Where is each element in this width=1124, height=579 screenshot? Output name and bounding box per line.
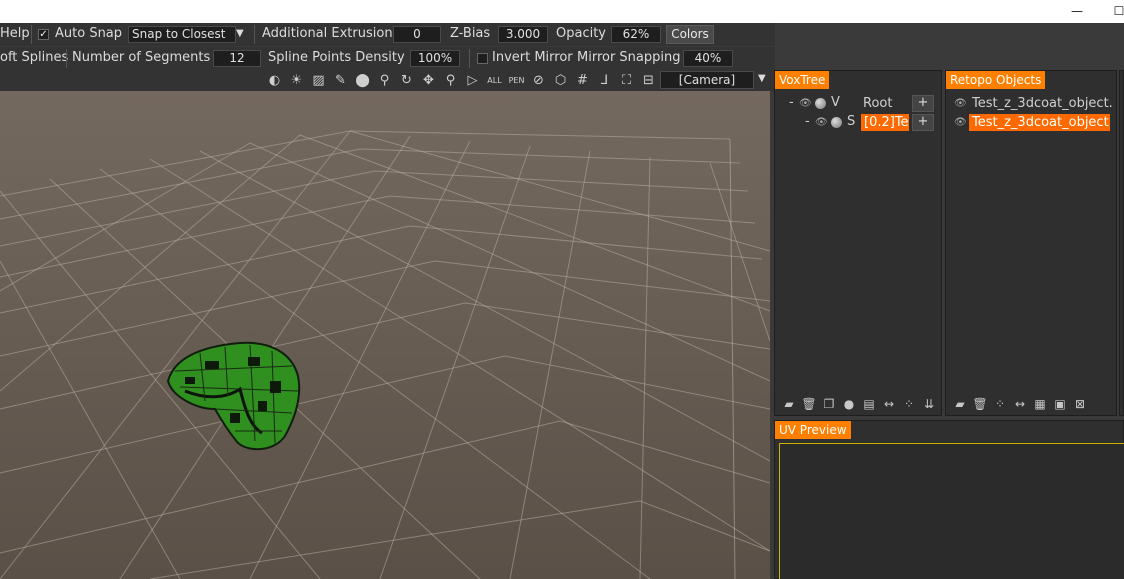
invert-mirror-checkbox[interactable]	[477, 53, 488, 64]
snake-head-model	[166, 341, 301, 451]
auto-snap-checkbox[interactable]: ✓	[38, 29, 49, 40]
import-icon[interactable]: ⇊	[921, 396, 937, 412]
brush-icon[interactable]: ✎	[332, 72, 349, 89]
soft-splines-label: oft Splines	[0, 50, 69, 65]
fit-icon[interactable]: ⛶	[618, 72, 635, 89]
child-collapse-toggle[interactable]: -	[805, 114, 810, 129]
toolbar-row-2: oft Splines Number of Segments 12 Spline…	[0, 47, 775, 70]
root-collapse-toggle[interactable]: -	[789, 95, 794, 110]
sphere-icon[interactable]: ●	[841, 396, 857, 412]
move-icon[interactable]: ✥	[420, 72, 437, 89]
child-name-selected[interactable]: [0.2]Tes	[861, 114, 909, 131]
minimize-button[interactable]: —	[1064, 2, 1090, 20]
image-icon[interactable]: ▨	[310, 72, 327, 89]
eye-icon[interactable]: 👁	[954, 98, 967, 109]
flag-icon[interactable]: ▷	[464, 72, 481, 89]
dots-grid-icon[interactable]: ⁘	[992, 396, 1008, 412]
z-bias-input[interactable]: 3.000	[498, 26, 548, 43]
opacity-input[interactable]: 62%	[611, 26, 661, 43]
forbid-icon[interactable]: ⊘	[530, 72, 547, 89]
camera-select[interactable]: [Camera]	[660, 71, 754, 89]
tab-retopo-objects[interactable]: Retopo Objects	[946, 71, 1046, 89]
half-circle-icon[interactable]: ◐	[266, 72, 283, 89]
separator	[31, 25, 32, 44]
additional-extrusion-input[interactable]: 0	[393, 26, 441, 43]
segments-label: Number of Segments	[72, 50, 211, 65]
uv-preview-panel: UV Preview	[774, 420, 1124, 579]
dots-grid-icon[interactable]: ⁘	[901, 396, 917, 412]
new-layer-icon[interactable]: ▰	[781, 396, 797, 412]
rotate-icon[interactable]: ↻	[398, 72, 415, 89]
separator	[254, 25, 255, 44]
separator	[469, 49, 470, 68]
segments-input[interactable]: 12	[213, 50, 261, 67]
eye-icon[interactable]: 👁	[815, 117, 828, 128]
additional-extrusion-label: Additional Extrusion	[262, 26, 393, 41]
arrows-icon[interactable]: ↔	[1012, 396, 1028, 412]
root-type: V	[831, 95, 840, 110]
sphere-icon[interactable]	[815, 98, 826, 109]
grid-icon[interactable]: #	[574, 72, 591, 89]
copy-icon[interactable]: ❐	[821, 396, 837, 412]
zoom-icon[interactable]: ⚲	[442, 72, 459, 89]
eye-icon[interactable]: 👁	[954, 117, 967, 128]
density-input[interactable]: 100%	[410, 50, 460, 67]
axis-icon[interactable]: ⅃	[596, 72, 613, 89]
snap-mode-select[interactable]: Snap to Closest	[128, 26, 236, 43]
chevron-down-icon[interactable]: ▼	[236, 28, 244, 39]
invert-mirror-label: Invert Mirror	[492, 50, 573, 65]
retopo-object-item-selected[interactable]: Test_z_3dcoat_object.	[969, 114, 1110, 131]
arrows-icon[interactable]: ↔	[881, 396, 897, 412]
separator	[66, 49, 67, 68]
root-name[interactable]: Root	[863, 96, 892, 111]
drop-icon[interactable]: ⬤	[354, 72, 371, 89]
title-bar: — ☐	[0, 0, 1124, 23]
frame-icon[interactable]: ⊟	[640, 72, 657, 89]
help-menu[interactable]: Help	[0, 26, 30, 41]
child-type: S	[847, 114, 856, 129]
map-icon[interactable]: ▣	[1052, 396, 1068, 412]
side-strip	[1119, 70, 1124, 416]
trash-icon[interactable]: 🗑	[972, 396, 988, 412]
grid-icon[interactable]: ▦	[1032, 396, 1048, 412]
eye-icon[interactable]: 👁	[799, 98, 812, 109]
cross-image-icon[interactable]: ⊠	[1072, 396, 1088, 412]
mirror-snapping-label: Mirror Snapping	[577, 50, 681, 65]
retopo-objects-panel: Retopo Objects 👁 Test_z_3dcoat_object. 👁…	[945, 70, 1117, 416]
new-layer-icon[interactable]: ▰	[952, 396, 968, 412]
tab-uv-preview[interactable]: UV Preview	[775, 421, 851, 439]
add-root-child-button[interactable]: +	[912, 95, 934, 112]
sphere-icon[interactable]	[831, 117, 842, 128]
retopo-object-item[interactable]: Test_z_3dcoat_object.	[972, 96, 1113, 111]
pin-icon[interactable]: ⚲	[376, 72, 393, 89]
colors-button[interactable]: Colors	[666, 25, 714, 44]
film-icon[interactable]: ▤	[861, 396, 877, 412]
pen-icon[interactable]: PEN	[508, 72, 525, 89]
z-bias-label: Z-Bias	[450, 26, 491, 41]
maximize-button[interactable]: ☐	[1106, 2, 1124, 20]
auto-snap-label: Auto Snap	[55, 26, 123, 41]
uv-preview-canvas[interactable]	[779, 443, 1124, 579]
light-icon[interactable]: ☀	[288, 72, 305, 89]
all-icon[interactable]: ALL	[486, 72, 503, 89]
chevron-down-icon[interactable]: ▼	[758, 73, 766, 84]
trash-icon[interactable]: 🗑	[801, 396, 817, 412]
voxtree-panel: VoxTree - 👁 V Root + - 👁 S [0.2]Tes + ▰ …	[774, 70, 942, 416]
opacity-label: Opacity	[556, 26, 607, 41]
tab-voxtree[interactable]: VoxTree	[775, 71, 830, 89]
toolbar-row-3: ◐ ☀ ▨ ✎ ⬤ ⚲ ↻ ✥ ⚲ ▷ ALL PEN ⊘ ⬡ # ⅃ ⛶ ⊟ …	[0, 70, 775, 91]
viewport-grid	[0, 130, 770, 579]
mirror-snapping-input[interactable]: 40%	[683, 50, 733, 67]
density-label: Spline Points Density	[268, 50, 405, 65]
cube-icon[interactable]: ⬡	[552, 72, 569, 89]
add-child-button[interactable]: +	[912, 114, 934, 131]
toolbar-row-1: Help ✓ Auto Snap Snap to Closest ▼ Addit…	[0, 23, 775, 46]
viewport-3d[interactable]	[0, 91, 770, 579]
